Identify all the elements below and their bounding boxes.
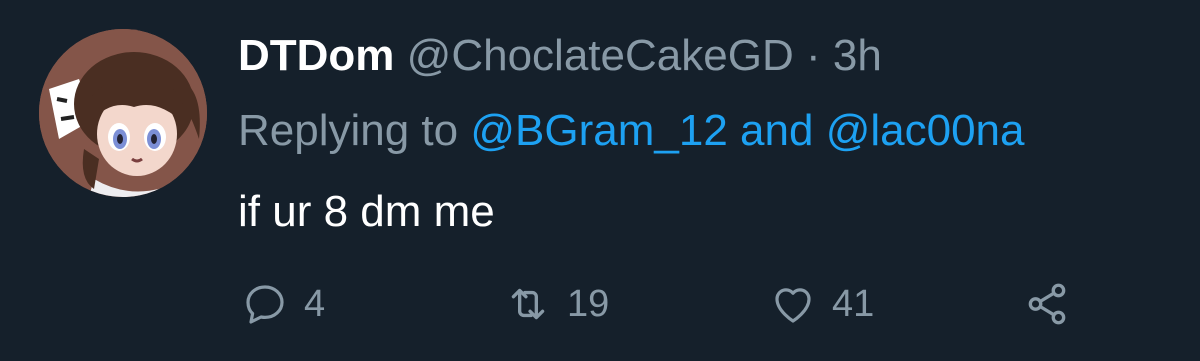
timestamp[interactable]: 3h [833, 31, 882, 80]
avatar-image [39, 29, 207, 197]
reply-button[interactable]: 4 [240, 268, 325, 340]
tweet-actions: 4 19 41 [0, 268, 1200, 348]
retweet-button[interactable]: 19 [503, 268, 609, 340]
reply-count: 4 [304, 282, 326, 325]
replying-to-label: Replying to [238, 106, 459, 155]
mention-link[interactable]: @lac00na [826, 106, 1025, 155]
tweet-text: if ur 8 dm me [238, 187, 495, 236]
share-icon [1022, 279, 1072, 329]
retweet-count: 19 [567, 282, 610, 325]
share-button[interactable] [1022, 268, 1072, 340]
reply-conjunction[interactable]: and [740, 106, 813, 155]
avatar[interactable] [39, 29, 207, 197]
user-handle[interactable]: @ChoclateCakeGD [407, 31, 794, 80]
retweet-icon [503, 279, 553, 329]
separator-dot: · [805, 31, 821, 80]
display-name[interactable]: DTDom [238, 31, 394, 80]
heart-icon [768, 279, 818, 329]
like-count: 41 [832, 282, 875, 325]
reply-icon [240, 279, 290, 329]
mention-link[interactable]: @BGram_12 [470, 106, 727, 155]
replying-to-line: Replying to @BGram_12 and @lac00na [238, 101, 1025, 161]
like-button[interactable]: 41 [768, 268, 874, 340]
tweet-header: DTDom @ChoclateCakeGD · 3h [238, 26, 882, 86]
